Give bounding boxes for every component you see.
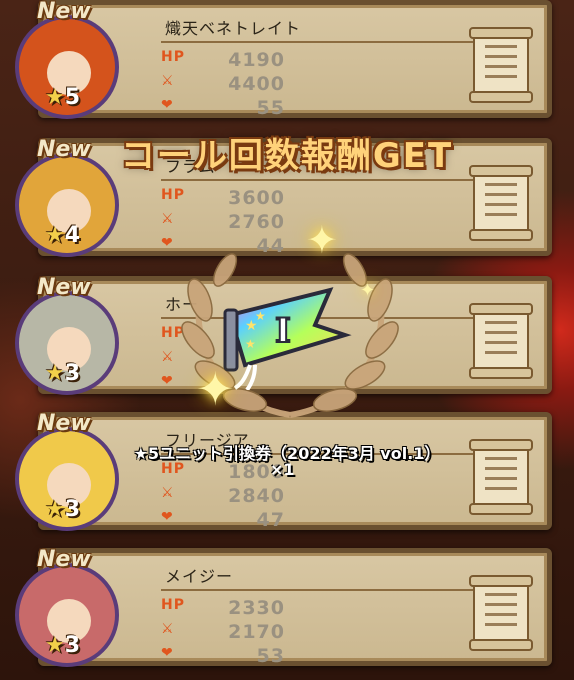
divider: [161, 41, 487, 43]
divider: [161, 179, 487, 181]
rarity-stars: ★3: [45, 497, 81, 522]
unit-card-1[interactable]: New ★5 熾天ベネトレイト HP 4190 ⚔ 4400 ❤ 55: [15, 0, 552, 119]
svg-text:★: ★: [255, 309, 266, 323]
sword-icon: ⚔: [161, 621, 175, 637]
rarity-stars: ★3: [45, 633, 81, 658]
scroll-icon[interactable]: [469, 27, 533, 103]
reward-count: ×1: [270, 460, 295, 479]
heart-icon: ❤: [161, 645, 174, 661]
hp-icon: HP: [161, 49, 185, 65]
new-badge: New: [37, 411, 91, 436]
sparkle-icon: ✦: [360, 280, 376, 301]
reward-title: コール回数報酬GET: [120, 136, 454, 176]
unit-card-5[interactable]: New ★3 メイジー HP 2330 ⚔ 2170 ❤ 53: [15, 547, 552, 667]
rarity-stars: ★5: [45, 85, 81, 110]
svg-text:★: ★: [245, 337, 256, 351]
unit-ticket-icon: I ★ ★ ★: [223, 287, 352, 390]
rarity-stars: ★4: [45, 223, 81, 248]
new-badge: New: [37, 547, 91, 572]
sword-icon: ⚔: [161, 485, 175, 501]
scroll-icon[interactable]: [469, 303, 533, 379]
hp-icon: HP: [161, 187, 185, 203]
unit-name: メイジー: [165, 567, 234, 586]
hp-icon: HP: [161, 461, 185, 477]
ticket-roman: I: [275, 311, 291, 351]
new-badge: New: [37, 0, 91, 24]
heart-icon: ❤: [161, 509, 174, 525]
unit-name: 熾天ベネトレイト: [165, 19, 302, 38]
sparkle-icon: ✦: [196, 362, 235, 416]
sparkle-icon: ✦: [306, 218, 338, 262]
rarity-stars: ★3: [45, 361, 81, 386]
sword-icon: ⚔: [161, 211, 175, 227]
sword-icon: ⚔: [161, 73, 175, 89]
heart-icon: ❤: [161, 97, 174, 113]
divider: [161, 589, 487, 591]
hp-icon: HP: [161, 597, 185, 613]
scroll-icon[interactable]: [469, 575, 533, 651]
new-badge: New: [37, 275, 91, 300]
scroll-icon[interactable]: [469, 165, 533, 241]
